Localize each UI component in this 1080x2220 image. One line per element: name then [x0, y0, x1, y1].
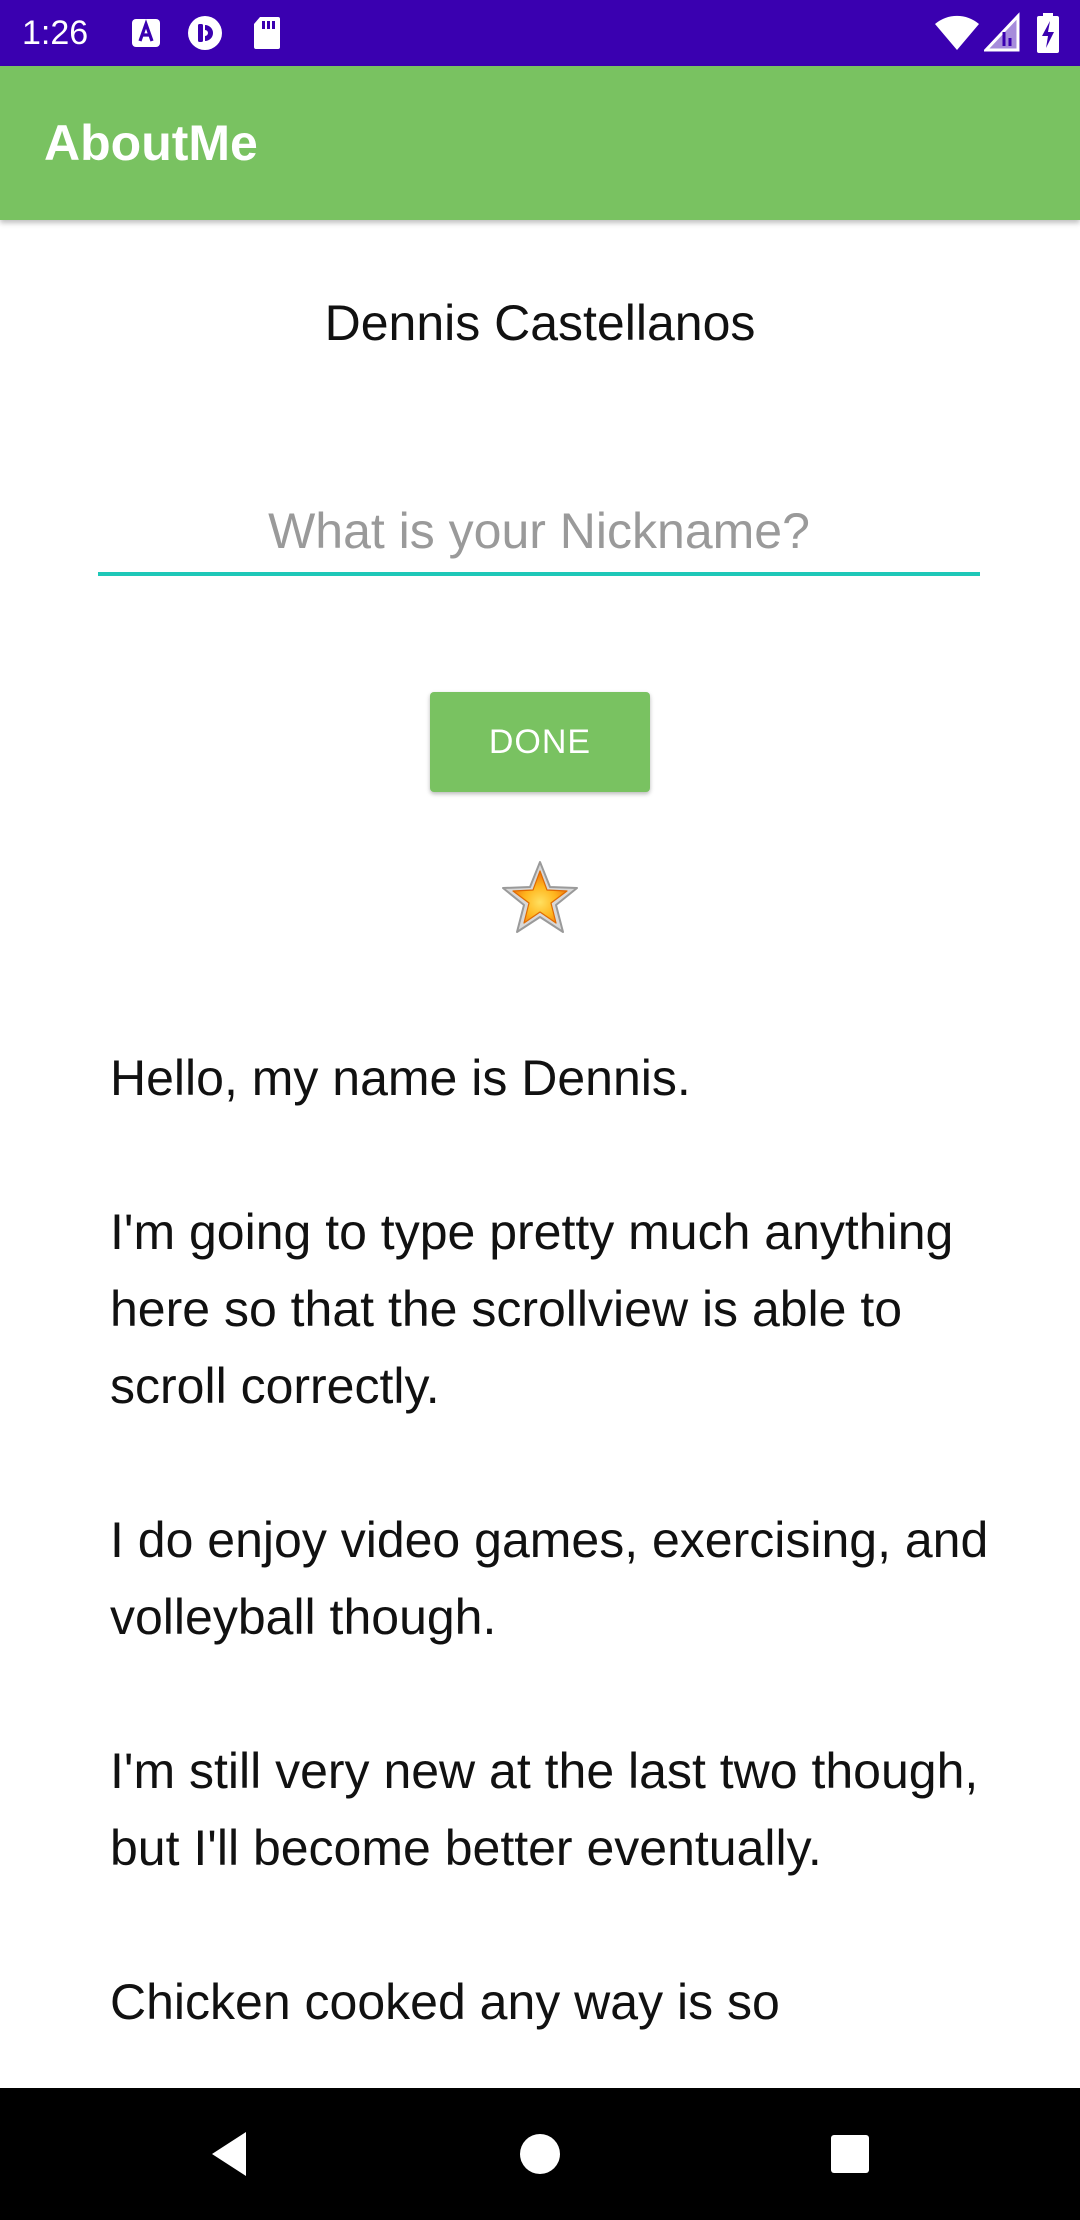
- battery-charging-icon: [1037, 13, 1059, 53]
- back-icon[interactable]: [200, 2124, 260, 2184]
- about-me-screen: 1:26 AboutMe Dennis Castellanos What is …: [0, 0, 1080, 2220]
- home-icon[interactable]: [510, 2124, 570, 2184]
- app-bar: AboutMe: [0, 66, 1080, 220]
- scroll-view[interactable]: Dennis Castellanos DONE Hello, my name i…: [0, 220, 1080, 2088]
- bio-text: Hello, my name is Dennis. I'm going to t…: [110, 1050, 989, 2030]
- nickname-input[interactable]: [98, 490, 980, 576]
- status-bar: 1:26: [0, 0, 1080, 66]
- pocket-casts-icon: [188, 16, 222, 50]
- star-icon: [502, 861, 578, 933]
- app-title: AboutMe: [44, 115, 258, 171]
- a-badge-icon: [132, 19, 160, 47]
- recents-icon[interactable]: [820, 2124, 880, 2184]
- signal-icon: [984, 12, 1020, 52]
- wifi-icon: [935, 15, 979, 51]
- status-time: 1:26: [22, 14, 89, 52]
- name-text: Dennis Castellanos: [324, 295, 756, 351]
- sd-card-icon: [254, 17, 280, 49]
- done-button[interactable]: DONE: [430, 692, 650, 792]
- navigation-bar: [0, 2088, 1080, 2220]
